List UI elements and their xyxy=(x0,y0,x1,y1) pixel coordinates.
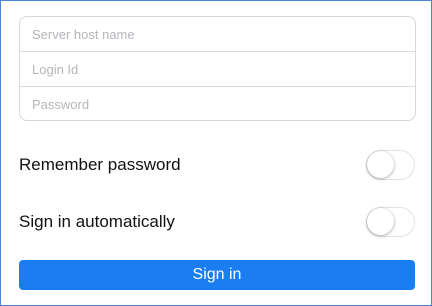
server-host-field-row xyxy=(20,17,415,52)
login-panel: Remember password Sign in automatically … xyxy=(0,0,432,306)
password-input[interactable] xyxy=(20,87,415,120)
sign-in-automatically-toggle[interactable] xyxy=(366,207,415,237)
login-id-field-row xyxy=(20,52,415,87)
password-field-row xyxy=(20,87,415,120)
login-id-input[interactable] xyxy=(20,52,415,86)
remember-password-label: Remember password xyxy=(19,155,181,174)
toggle-knob xyxy=(367,208,394,235)
sign-in-automatically-row: Sign in automatically xyxy=(19,202,415,242)
remember-password-row: Remember password xyxy=(19,145,415,185)
credentials-field-group xyxy=(19,16,416,121)
toggle-knob xyxy=(367,151,394,178)
remember-password-toggle[interactable] xyxy=(366,150,415,180)
server-host-input[interactable] xyxy=(20,17,415,51)
sign-in-button[interactable]: Sign in xyxy=(19,260,415,290)
sign-in-automatically-label: Sign in automatically xyxy=(19,212,175,231)
